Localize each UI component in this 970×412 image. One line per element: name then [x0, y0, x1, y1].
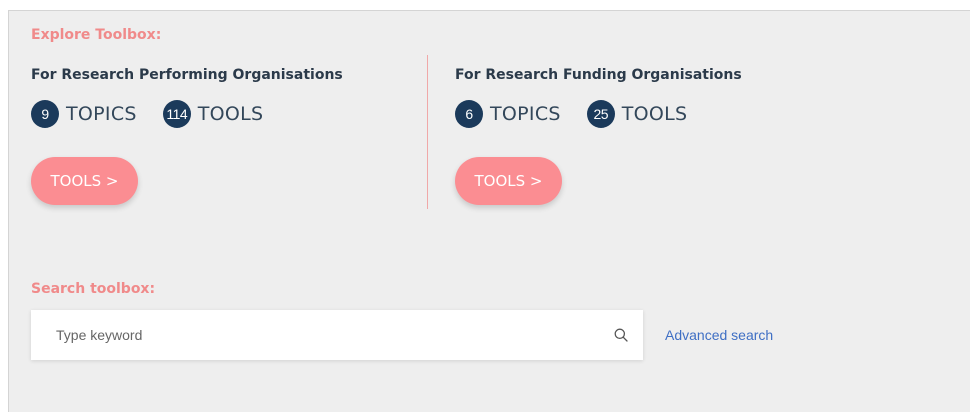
rpo-stats: 9 TOPICS 114 TOOLS: [31, 100, 343, 128]
rpo-tools-stat: 114 TOOLS: [162, 100, 264, 128]
advanced-search-link[interactable]: Advanced search: [665, 327, 773, 343]
rfo-stats: 6 TOPICS 25 TOOLS: [455, 100, 742, 128]
rpo-heading: For Research Performing Organisations: [31, 67, 343, 83]
rfo-tools-label: TOOLS: [621, 103, 688, 125]
search-icon[interactable]: [613, 327, 629, 343]
rpo-tools-button[interactable]: TOOLS >: [31, 157, 138, 205]
rpo-tools-label: TOOLS: [197, 103, 264, 125]
search-box: [31, 310, 643, 360]
rfo-topics-label: TOPICS: [490, 103, 561, 125]
column-divider: [427, 55, 428, 209]
rfo-column: For Research Funding Organisations 6 TOP…: [455, 67, 742, 205]
rfo-tools-button[interactable]: TOOLS >: [455, 157, 562, 205]
rpo-topics-label: TOPICS: [66, 103, 137, 125]
rpo-tools-count-badge: 114: [162, 100, 191, 128]
rfo-heading: For Research Funding Organisations: [455, 67, 742, 83]
rfo-tools-stat: 25 TOOLS: [586, 100, 688, 128]
search-toolbox-title: Search toolbox:: [31, 281, 156, 297]
rfo-tools-count-badge: 25: [586, 100, 615, 128]
search-input[interactable]: [31, 310, 613, 360]
rpo-topics-stat: 9 TOPICS: [31, 100, 137, 128]
toolbox-panel: Explore Toolbox: For Research Performing…: [8, 10, 970, 412]
rpo-column: For Research Performing Organisations 9 …: [31, 67, 343, 205]
rpo-topics-count-badge: 9: [31, 100, 59, 128]
rfo-topics-stat: 6 TOPICS: [455, 100, 561, 128]
rfo-topics-count-badge: 6: [455, 100, 483, 128]
explore-toolbox-title: Explore Toolbox:: [31, 27, 162, 43]
